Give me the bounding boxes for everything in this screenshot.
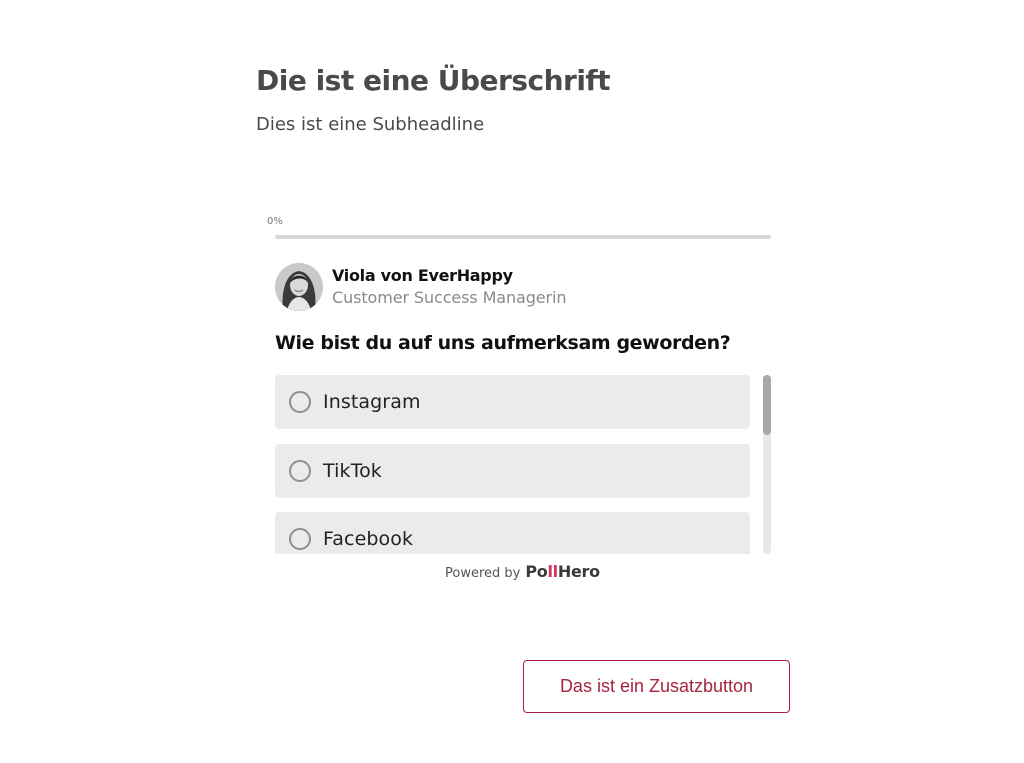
option-label: TikTok — [323, 459, 382, 482]
author-role: Customer Success Managerin — [332, 288, 567, 307]
options-scroll-area[interactable]: Instagram TikTok Facebook — [275, 375, 771, 554]
extra-button[interactable]: Das ist ein Zusatzbutton — [523, 660, 790, 713]
page-subtitle: Dies ist eine Subheadline — [256, 114, 485, 135]
poll-question: Wie bist du auf uns aufmerksam geworden? — [275, 332, 731, 354]
radio-button[interactable] — [289, 459, 311, 482]
poll-author: Viola von EverHappy Customer Success Man… — [275, 262, 567, 312]
progress-label: 0% — [267, 216, 283, 227]
option-tiktok[interactable]: TikTok — [275, 443, 750, 498]
option-instagram[interactable]: Instagram — [275, 375, 750, 429]
progress-bar — [275, 235, 771, 239]
options-scrollbar[interactable] — [763, 375, 771, 554]
scrollbar-thumb[interactable] — [763, 375, 771, 435]
poll-widget: 0% Viola von EverHappy Customer Success … — [262, 204, 782, 589]
page-title: Die ist eine Überschrift — [256, 64, 610, 97]
powered-by-text: Powered by — [445, 566, 521, 581]
brand-name: PollHero — [525, 562, 600, 581]
avatar — [275, 263, 323, 311]
person-photo-icon — [275, 263, 323, 311]
page: Die ist eine Überschrift Dies ist eine S… — [0, 0, 1024, 763]
author-name: Viola von EverHappy — [332, 266, 513, 285]
brand-logo[interactable]: PollHero — [525, 562, 600, 581]
option-facebook[interactable]: Facebook — [275, 512, 750, 554]
radio-button[interactable] — [289, 528, 311, 550]
option-label: Instagram — [323, 391, 421, 413]
powered-by: Powered by PollHero — [445, 562, 600, 581]
options-list: Instagram TikTok Facebook — [275, 375, 750, 554]
option-label: Facebook — [323, 528, 414, 550]
radio-button[interactable] — [289, 391, 311, 413]
